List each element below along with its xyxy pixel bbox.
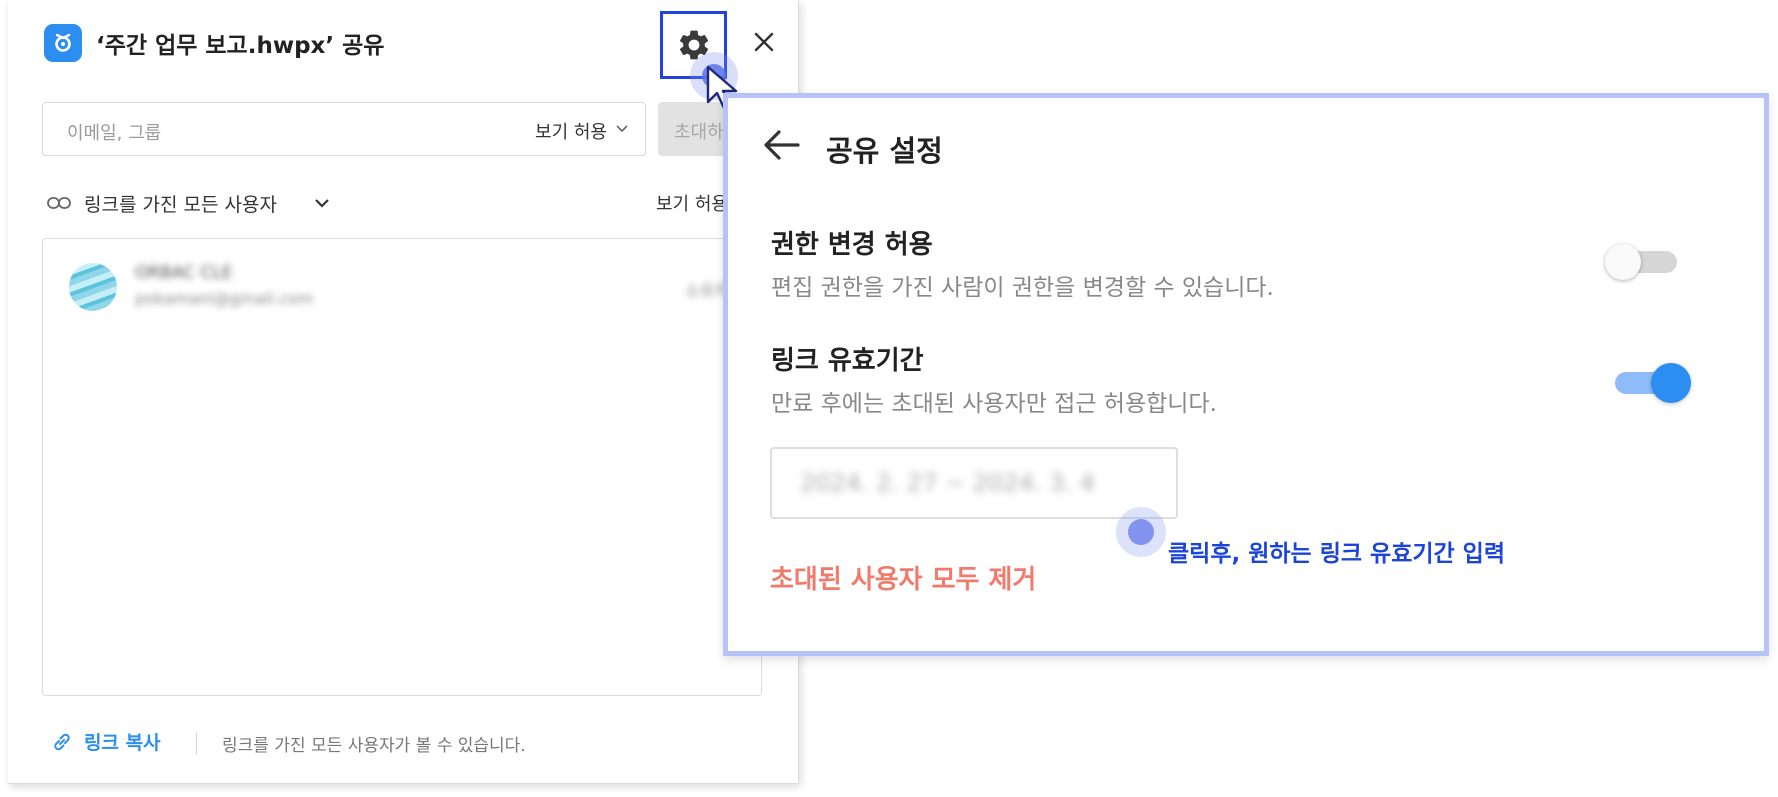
link-expiry-toggle[interactable] [1615, 363, 1691, 403]
share-dialog: ‘주간 업무 보고.hwpx’ 공유 이메일, 그룹 보기 허용 초대하기 링크… [8, 0, 799, 784]
option-title-link-expiry: 링크 유효기간 [771, 346, 924, 376]
footer-note: 링크를 가진 모든 사용자가 볼 수 있습니다. [222, 736, 526, 756]
instruction-hint: 클릭후, 원하는 링크 유효기간 입력 [1168, 541, 1506, 567]
toggle-knob [1651, 363, 1691, 403]
remove-all-invitees-button[interactable]: 초대된 사용자 모두 제거 [770, 559, 1036, 596]
member-list: ORBAC CLE pokamani@gmail.com 소유자 [42, 238, 762, 696]
chevron-down-icon [315, 199, 329, 208]
link-permission-dropdown[interactable]: 보기 허용 [656, 190, 728, 216]
back-arrow-icon [764, 130, 800, 160]
toggle-knob [1605, 244, 1641, 280]
chevron-down-icon [616, 125, 628, 133]
member-email: pokamani@gmail.com [135, 289, 314, 308]
member-name: ORBAC CLE [135, 263, 233, 283]
link-icon [54, 733, 70, 751]
close-button[interactable] [744, 22, 784, 62]
invite-input-row[interactable]: 이메일, 그룹 보기 허용 [42, 102, 646, 156]
link-access-row: 링크를 가진 모든 사용자 보기 허용 [42, 188, 762, 218]
back-button[interactable] [762, 128, 802, 166]
option-desc-permission-change: 편집 권한을 가진 사람이 권한을 변경할 수 있습니다. [771, 275, 1274, 301]
settings-title: 공유 설정 [826, 134, 943, 168]
click-indicator-dot [1128, 519, 1154, 545]
invite-input-placeholder[interactable]: 이메일, 그룹 [67, 119, 161, 145]
copy-link-button[interactable]: 링크 복사 [84, 728, 161, 755]
dialog-footer: 링크 복사 링크를 가진 모든 사용자가 볼 수 있습니다. [44, 728, 764, 758]
share-settings-panel: 공유 설정 권한 변경 허용 편집 권한을 가진 사람이 권한을 변경할 수 있… [723, 93, 1769, 656]
app-icon [44, 24, 82, 62]
close-icon [754, 32, 774, 52]
link-scope-dropdown[interactable]: 링크를 가진 모든 사용자 [84, 190, 277, 217]
footer-divider [196, 732, 197, 754]
expiry-date-value: 2024. 2. 27 ~ 2024. 3. 4 [800, 469, 1095, 497]
invite-permission-dropdown[interactable]: 보기 허용 [535, 118, 607, 144]
link-icon [47, 197, 71, 209]
option-desc-link-expiry: 만료 후에는 초대된 사용자만 접근 허용합니다. [771, 391, 1217, 417]
permission-change-toggle[interactable] [1605, 244, 1677, 280]
expiry-date-field[interactable]: 2024. 2. 27 ~ 2024. 3. 4 [770, 447, 1178, 519]
avatar [69, 263, 117, 311]
dialog-title: ‘주간 업무 보고.hwpx’ 공유 [96, 33, 385, 59]
option-title-permission-change: 권한 변경 허용 [771, 230, 933, 260]
